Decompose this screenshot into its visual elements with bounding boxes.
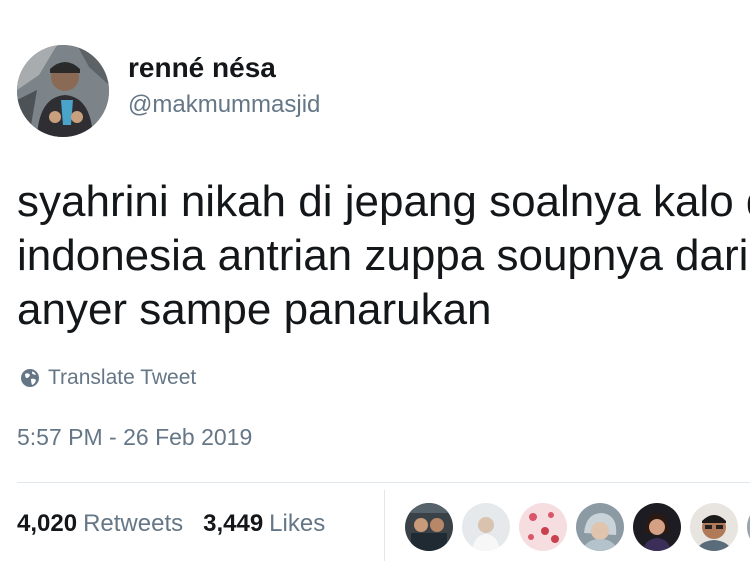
- liker-avatar[interactable]: [576, 503, 624, 551]
- likes-label: Likes: [269, 510, 326, 537]
- translate-tweet-link[interactable]: Translate Tweet: [20, 366, 196, 390]
- user-names: renné nésa @makmummasjid: [128, 51, 320, 121]
- display-name[interactable]: renné nésa: [128, 51, 320, 85]
- liker-avatars: [405, 503, 750, 551]
- user-avatar[interactable]: [17, 45, 109, 137]
- tweet-text-line: indonesia antrian zuppa soupnya dari: [17, 231, 749, 280]
- globe-icon: [21, 369, 39, 387]
- avatar-image: [17, 45, 109, 137]
- liker-avatar[interactable]: [633, 503, 681, 551]
- tweet-text-line: anyer sampe panarukan: [17, 285, 492, 334]
- tweet-card: renné nésa @makmummasjid syahrini nikah …: [0, 0, 750, 561]
- retweets-stat[interactable]: 4,020 Retweets: [17, 510, 183, 538]
- retweets-count: 4,020: [17, 510, 78, 537]
- tweet-text-line: syahrini nikah di jepang soalnya kalo di: [17, 177, 750, 226]
- tweet-stats: 4,020 Retweets 3,449 Likes: [17, 510, 325, 538]
- liker-avatar[interactable]: [405, 503, 453, 551]
- likes-count: 3,449: [203, 510, 264, 537]
- liker-avatar[interactable]: [690, 503, 738, 551]
- liker-avatar[interactable]: [519, 503, 567, 551]
- translate-label: Translate Tweet: [48, 366, 197, 389]
- likes-stat[interactable]: 3,449 Likes: [203, 510, 325, 538]
- stats-separator: [384, 490, 385, 561]
- liker-avatar[interactable]: [462, 503, 510, 551]
- tweet-header: renné nésa @makmummasjid: [17, 45, 320, 137]
- user-handle[interactable]: @makmummasjid: [128, 89, 320, 121]
- tweet-timestamp[interactable]: 5:57 PM - 26 Feb 2019: [17, 424, 252, 451]
- tweet-text: syahrini nikah di jepang soalnya kalo di…: [17, 175, 750, 337]
- divider: [17, 482, 750, 483]
- retweets-label: Retweets: [83, 510, 184, 537]
